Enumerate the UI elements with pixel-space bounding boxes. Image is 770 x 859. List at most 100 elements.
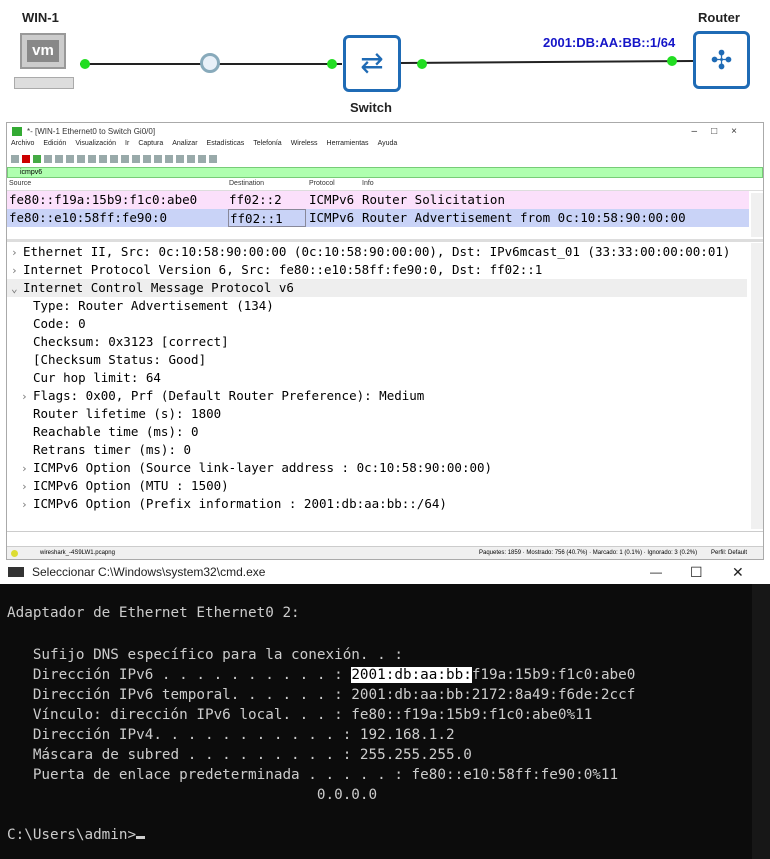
column-destination[interactable]: Destination <box>229 180 264 187</box>
selected-text[interactable]: 2001:db:aa:bb: <box>351 667 472 683</box>
maximize-button[interactable]: □ <box>711 126 731 137</box>
pane-divider[interactable] <box>7 239 763 242</box>
menu-estadisticas[interactable]: Estadísticas <box>207 140 245 152</box>
win1-pc-icon[interactable]: vm <box>14 33 74 93</box>
minimize-button[interactable]: – <box>692 126 712 137</box>
cmd-minimize-button[interactable]: — <box>650 560 662 584</box>
cmd-line: Dirección IPv4. . . . . . . . . . . : 19… <box>7 727 455 743</box>
detail-text: Cur hop limit: 64 <box>33 370 161 385</box>
column-protocol[interactable]: Protocol <box>309 180 335 187</box>
menu-telefonia[interactable]: Telefonía <box>253 140 281 152</box>
first-icon[interactable] <box>132 154 140 163</box>
window-controls[interactable]: –□× <box>692 123 751 140</box>
packet-list-header: Source Destination Protocol Info <box>7 180 763 191</box>
detail-row[interactable]: › ICMPv6 Option (Prefix information : 200… <box>7 495 747 513</box>
cmd-maximize-button[interactable]: ☐ <box>690 560 703 584</box>
options-icon[interactable] <box>44 154 52 163</box>
expand-arrow-icon[interactable]: › <box>21 478 33 496</box>
detail-row[interactable]: › ICMPv6 Option (Source link-layer addres… <box>7 459 747 477</box>
detail-row[interactable]: › ICMPv6 Option (MTU : 1500) <box>7 477 747 495</box>
detail-row[interactable]: Router lifetime (s): 1800 <box>7 405 747 423</box>
autoscroll-icon[interactable] <box>154 154 162 163</box>
detail-row[interactable]: › Flags: 0x00, Prf (Default Router Prefer… <box>7 387 747 405</box>
cmd-close-button[interactable]: ✕ <box>732 560 744 584</box>
cmd-prompt-line[interactable]: C:\Users\admin> <box>7 827 146 843</box>
link-line <box>400 59 694 65</box>
menu-edicion[interactable]: Edición <box>43 140 66 152</box>
switch-icon[interactable]: ⇄ <box>343 35 401 92</box>
close-button[interactable]: × <box>731 126 751 137</box>
menu-captura[interactable]: Captura <box>138 140 163 152</box>
cmd-title-bar: Seleccionar C:\Windows\system32\cmd.exe … <box>0 560 770 584</box>
detail-row[interactable]: Type: Router Advertisement (134) <box>7 297 747 315</box>
cmd-scrollbar[interactable] <box>752 584 770 859</box>
zoom-out-icon[interactable] <box>187 154 195 163</box>
detail-row[interactable]: Checksum: 0x3123 [correct] <box>7 333 747 351</box>
back-icon[interactable] <box>99 154 107 163</box>
go-to-icon[interactable] <box>121 154 129 163</box>
expand-arrow-icon[interactable]: › <box>21 388 33 406</box>
cmd-line: 0.0.0.0 <box>7 787 378 803</box>
expand-arrow-icon[interactable]: › <box>21 460 33 478</box>
details-scrollbar[interactable] <box>751 243 763 529</box>
packet-protocol: ICMPv6 <box>309 192 355 207</box>
menu-herramientas[interactable]: Herramientas <box>327 140 369 152</box>
start-capture-icon[interactable] <box>11 154 19 163</box>
detail-row[interactable]: Reachable time (ms): 0 <box>7 423 747 441</box>
zoom-reset-icon[interactable] <box>198 154 206 163</box>
detail-row[interactable]: ⌄ Internet Control Message Protocol v6 <box>7 279 747 297</box>
menu-archivo[interactable]: Archivo <box>11 140 34 152</box>
cmd-icon <box>8 567 24 577</box>
restart-capture-icon[interactable] <box>33 154 41 163</box>
profile-selector[interactable]: Perfil: Default <box>711 547 747 560</box>
menu-ir[interactable]: Ir <box>125 140 129 152</box>
cmd-line: Máscara de subred . . . . . . . . . : 25… <box>7 747 472 763</box>
resize-columns-icon[interactable] <box>209 154 217 163</box>
menu-analizar[interactable]: Analizar <box>172 140 197 152</box>
router-icon[interactable]: ✣ <box>693 31 750 89</box>
open-icon[interactable] <box>55 154 63 163</box>
packet-row-selected[interactable]: fe80::e10:58ff:fe90:0 ff02::1 ICMPv6 Rou… <box>7 209 749 227</box>
packet-protocol: ICMPv6 <box>309 210 355 225</box>
close-file-icon[interactable] <box>77 154 85 163</box>
column-info[interactable]: Info <box>362 180 374 187</box>
packet-row[interactable]: fe80::f19a:15b9:f1c0:abe0 ff02::2 ICMPv6… <box>7 191 749 209</box>
display-filter-input[interactable]: icmpv6 <box>7 167 763 178</box>
detail-text: Router lifetime (s): 1800 <box>33 406 222 421</box>
detail-row[interactable]: › Internet Protocol Version 6, Src: fe80:… <box>7 261 747 279</box>
detail-row[interactable]: › Ethernet II, Src: 0c:10:58:90:00:00 (0c… <box>7 243 747 261</box>
packet-capture-magnifier-icon[interactable] <box>200 53 220 73</box>
zoom-in-icon[interactable] <box>176 154 184 163</box>
menu-visualizacion[interactable]: Visualización <box>75 140 116 152</box>
stop-capture-icon[interactable] <box>22 154 30 163</box>
last-icon[interactable] <box>143 154 151 163</box>
detail-row[interactable]: Retrans timer (ms): 0 <box>7 441 747 459</box>
colorize-icon[interactable] <box>165 154 173 163</box>
packet-destination: ff02::1 <box>228 209 306 227</box>
detail-text: Internet Protocol Version 6, Src: fe80::… <box>23 262 543 277</box>
detail-row[interactable]: [Checksum Status: Good] <box>7 351 747 369</box>
forward-icon[interactable] <box>110 154 118 163</box>
expand-arrow-icon[interactable]: ⌄ <box>11 280 23 298</box>
find-icon[interactable] <box>88 154 96 163</box>
expert-info-icon[interactable] <box>11 550 18 557</box>
detail-row[interactable]: Code: 0 <box>7 315 747 333</box>
cmd-line: Puerta de enlace predeterminada . . . . … <box>7 767 619 783</box>
menu-ayuda[interactable]: Ayuda <box>378 140 398 152</box>
detail-text: Flags: 0x00, Prf (Default Router Prefere… <box>33 388 425 403</box>
expand-arrow-icon[interactable]: › <box>11 244 23 262</box>
detail-text: ICMPv6 Option (MTU : 1500) <box>33 478 229 493</box>
packet-list-scrollbar[interactable] <box>751 193 763 237</box>
packet-stats: Paquetes: 1859 · Mostrado: 756 (40.7%) ·… <box>479 550 698 556</box>
menu-wireless[interactable]: Wireless <box>291 140 318 152</box>
save-icon[interactable] <box>66 154 74 163</box>
adapter-heading: Adaptador de Ethernet Ethernet0 2: <box>7 605 300 621</box>
detail-row[interactable]: Cur hop limit: 64 <box>7 369 747 387</box>
expand-arrow-icon[interactable]: › <box>21 496 33 514</box>
expand-arrow-icon[interactable]: › <box>11 262 23 280</box>
window-title: *- [WIN-1 Ethernet0 to Switch Gi0/0] <box>27 127 156 136</box>
wireshark-logo-icon <box>12 127 22 136</box>
column-source[interactable]: Source <box>9 180 31 187</box>
cursor <box>136 836 146 839</box>
detail-text: ICMPv6 Option (Prefix information : 2001… <box>33 496 447 511</box>
